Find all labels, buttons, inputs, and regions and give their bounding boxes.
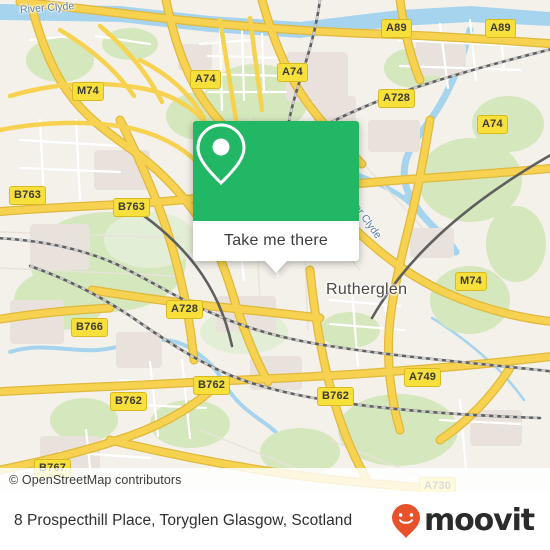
road-shield: B762 — [193, 376, 231, 395]
road-shield: A74 — [277, 63, 308, 82]
road-shield: A74 — [477, 115, 508, 134]
moovit-smiley-pin-icon — [391, 504, 420, 538]
road-shield: M74 — [72, 82, 104, 101]
road-shield: A749 — [404, 368, 442, 387]
road-shield: B766 — [71, 318, 109, 337]
road-shield: B763 — [9, 186, 47, 205]
map-canvas[interactable]: .land{fill:#f4f1ea} .grn{fill:#d5e7bd} .… — [0, 0, 550, 492]
road-shield: A728 — [378, 89, 416, 108]
popup-action-button[interactable]: Take me there — [193, 221, 359, 273]
attribution-text: © OpenStreetMap contributors — [9, 473, 182, 487]
popup-pointer-tip — [265, 261, 287, 273]
popup-header — [193, 121, 359, 221]
address-text: 8 Prospecthill Place, Toryglen Glasgow, … — [14, 512, 353, 529]
location-popup[interactable]: Take me there — [193, 121, 359, 273]
map-pin-icon — [196, 123, 246, 186]
road-shield: A74 — [190, 70, 221, 89]
bottom-info-bar: 8 Prospecthill Place, Toryglen Glasgow, … — [0, 492, 550, 550]
moovit-logo[interactable]: moovit — [391, 503, 535, 539]
map-attribution-bar: © OpenStreetMap contributors — [0, 468, 550, 492]
popup-action-label: Take me there — [224, 232, 328, 249]
road-shield: M74 — [455, 272, 487, 291]
moovit-wordmark: moovit — [423, 503, 535, 538]
road-shield: A728 — [166, 300, 204, 319]
road-shield: B762 — [317, 387, 355, 406]
road-shield: B763 — [113, 198, 151, 217]
road-shield: B762 — [110, 392, 148, 411]
moovit-map-screenshot: .land{fill:#f4f1ea} .grn{fill:#d5e7bd} .… — [0, 0, 550, 550]
road-shield: A89 — [485, 19, 516, 38]
road-shield: A89 — [381, 19, 412, 38]
